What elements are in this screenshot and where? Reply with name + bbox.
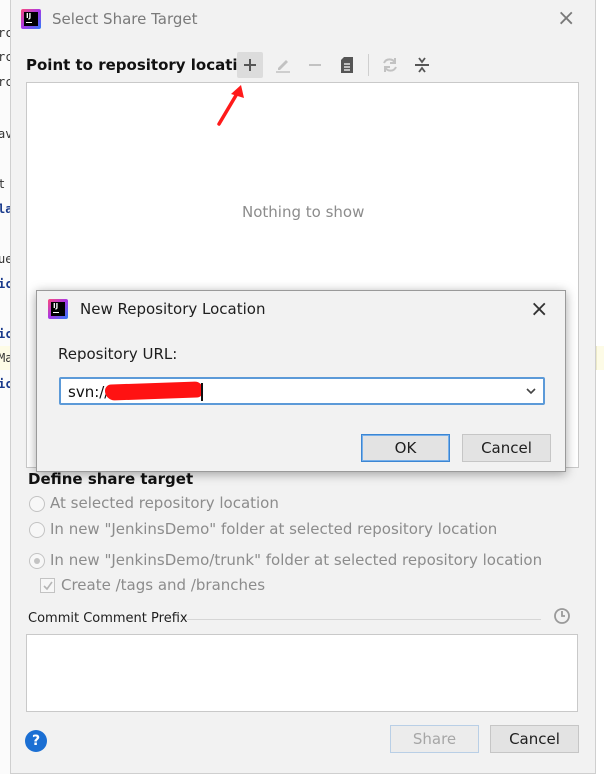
commit-prefix-textarea[interactable] [26,634,578,712]
add-icon[interactable] [237,52,263,78]
point-to-location-label: Point to repository location [26,56,259,74]
option-radio-selected[interactable] [29,553,45,569]
option-radio[interactable] [29,496,45,512]
editor-highlight [596,346,604,370]
sub-dialog-title: New Repository Location [80,300,266,318]
redaction-mark [104,381,204,401]
browse-icon[interactable] [334,52,360,78]
cancel-button[interactable]: Cancel [462,434,551,462]
separator [187,619,541,620]
option-label: In new "JenkinsDemo/trunk" folder at sel… [50,551,543,569]
refresh-icon[interactable] [377,52,403,78]
edit-icon[interactable] [270,52,296,78]
new-repository-location-dialog: IJ New Repository Location × Repository … [36,290,566,472]
intellij-app-icon: IJ [21,9,41,29]
help-icon[interactable]: ? [25,730,47,752]
option-radio[interactable] [29,522,45,538]
option-label: In new "JenkinsDemo" folder at selected … [50,520,498,538]
text-caret [201,383,203,401]
create-tags-checkbox[interactable] [40,578,55,593]
editor-fragment: t [0,177,6,191]
toolbar-separator [368,54,369,76]
option-label: At selected repository location [50,494,279,512]
repository-url-label: Repository URL: [58,345,178,363]
dialog-title: Select Share Target [52,10,198,28]
ok-button[interactable]: OK [361,434,450,462]
intellij-app-icon: IJ [48,299,68,319]
history-icon[interactable] [552,606,572,630]
annotation-arrow [217,85,244,126]
define-share-target-label: Define share target [28,470,194,488]
cancel-button[interactable]: Cancel [490,725,579,753]
close-icon[interactable]: × [557,8,575,30]
chevron-down-icon[interactable] [525,385,537,397]
empty-state-text: Nothing to show [242,203,365,221]
collapse-icon[interactable] [409,52,435,78]
share-button[interactable]: Share [390,725,479,753]
close-icon[interactable]: × [530,299,548,321]
commit-prefix-label: Commit Comment Prefix [28,611,188,626]
repository-url-input[interactable]: svn:// [59,377,545,405]
url-value: svn:// [68,383,110,401]
remove-icon[interactable] [302,52,328,78]
create-tags-label: Create /tags and /branches [61,576,266,594]
